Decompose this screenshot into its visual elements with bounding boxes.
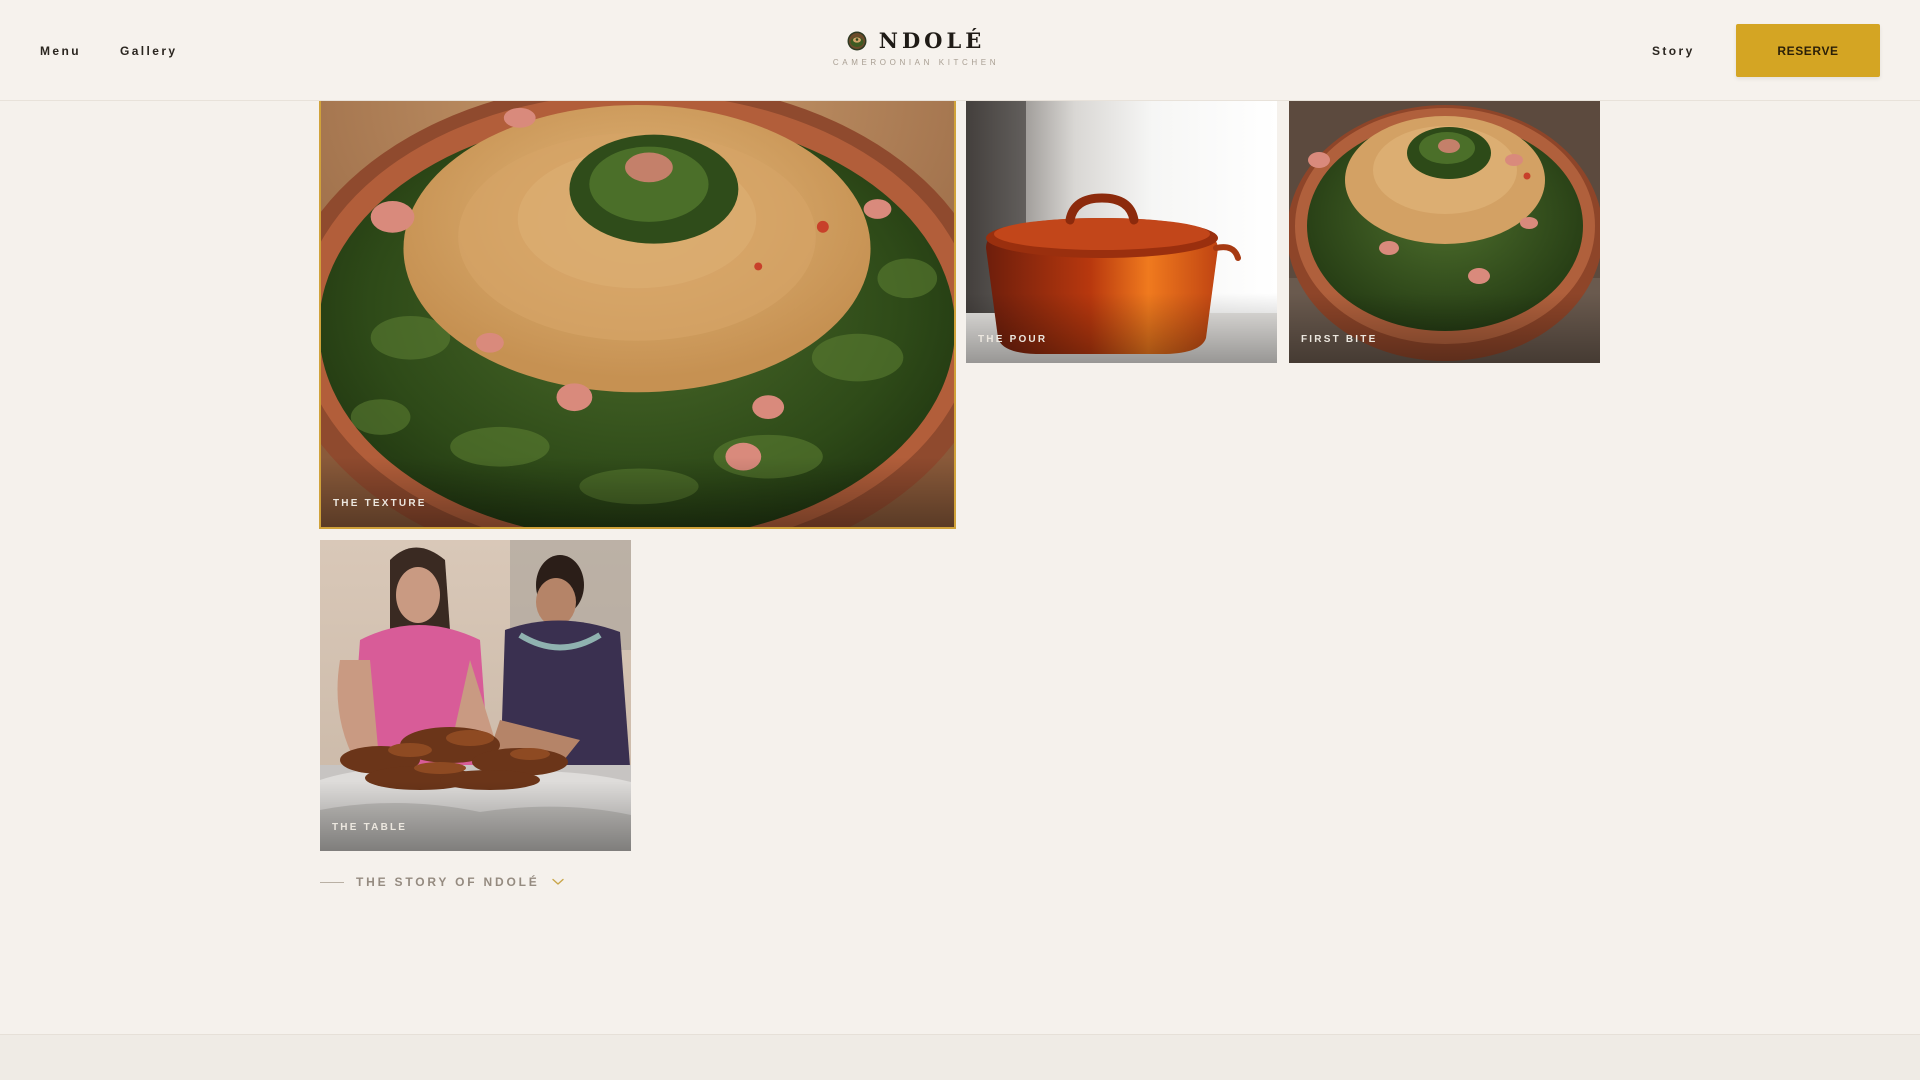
story-of-ndole-link[interactable]: THE STORY OF NDOLÉ [320, 875, 564, 889]
gallery-tile-table[interactable]: THE TABLE [320, 540, 631, 851]
tile-label: THE TABLE [332, 822, 408, 833]
ndole-bowl-logo-icon [847, 31, 867, 50]
story-link-label: THE STORY OF NDOLÉ [356, 875, 540, 889]
tile-label: THE TEXTURE [333, 498, 427, 509]
footer-strip [0, 1034, 1920, 1080]
nav-gallery-link[interactable]: Gallery [120, 44, 178, 58]
logo-title: NDOLÉ [878, 28, 986, 53]
site-logo[interactable]: NDOLÉ CAMEROONIAN KITCHEN [816, 28, 1016, 67]
nav-story-link[interactable]: Story [1652, 44, 1695, 58]
gallery-tile-pour[interactable]: THE POUR [966, 98, 1277, 363]
story-link-divider [320, 881, 344, 883]
tile-label: FIRST BITE [1301, 334, 1378, 345]
reserve-button[interactable]: RESERVE [1736, 24, 1880, 77]
logo-subtitle: CAMEROONIAN KITCHEN [832, 58, 1000, 67]
gallery-tile-texture[interactable]: THE TEXTURE [319, 98, 956, 529]
site-header: Menu Gallery NDOLÉ CAMEROONIAN KITCHEN S… [0, 0, 1920, 101]
tile-label: THE POUR [978, 334, 1048, 345]
gallery-tile-first-bite[interactable]: FIRST BITE [1289, 98, 1600, 363]
chevron-down-icon [551, 878, 564, 885]
nav-menu-link[interactable]: Menu [40, 44, 81, 58]
